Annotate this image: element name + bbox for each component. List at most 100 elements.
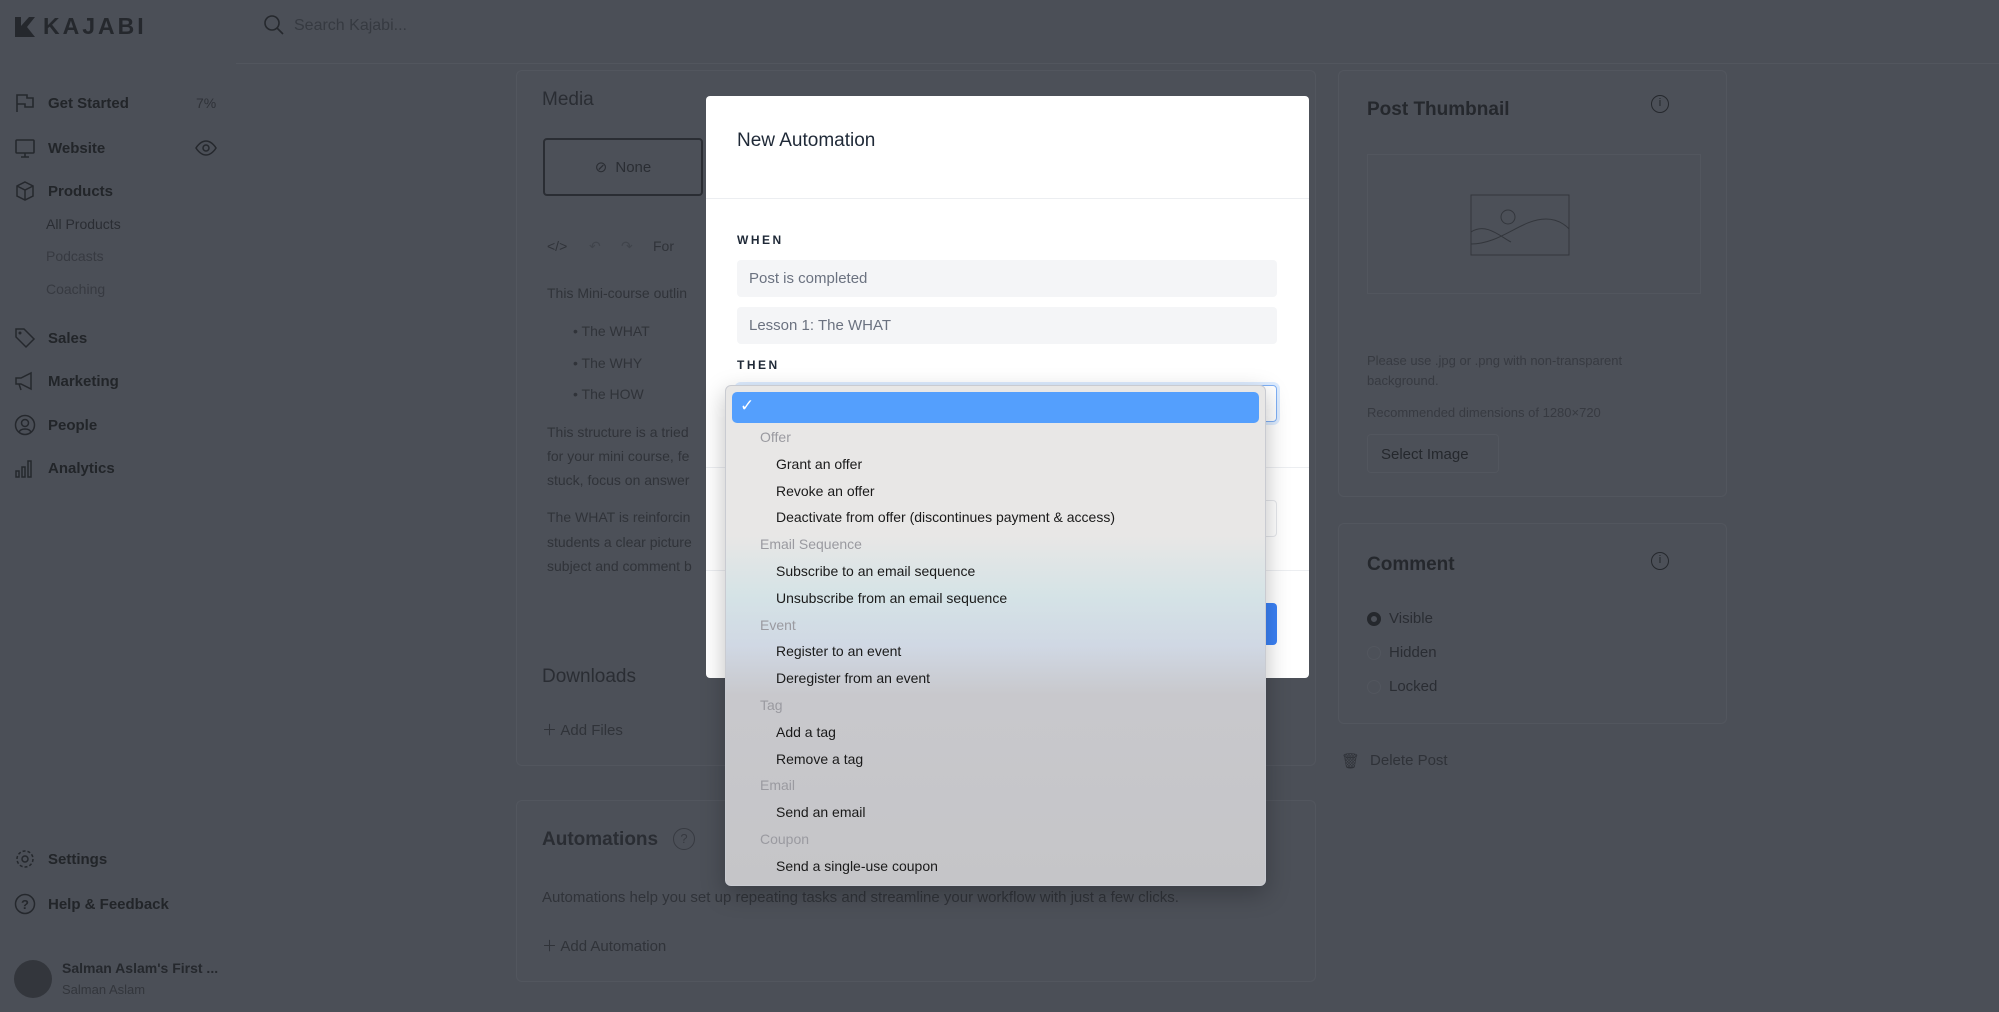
sidebar-subitem-podcasts[interactable]: Podcasts <box>46 248 104 264</box>
dropdown-option[interactable]: Revoke an offer <box>776 483 875 499</box>
bar-chart-icon <box>15 460 32 478</box>
select-image-button[interactable]: Select Image <box>1367 434 1499 473</box>
automations-description: Automations help you set up repeating ta… <box>542 889 1179 906</box>
automations-title: Automations <box>542 829 659 850</box>
dropdown-option-empty-selected[interactable]: ✓ <box>732 392 1259 423</box>
svg-text:?: ? <box>21 897 29 912</box>
dropdown-group-label: Coupon <box>760 831 810 847</box>
media-title: Media <box>542 89 594 110</box>
dropdown-option[interactable]: Grant an offer <box>776 456 862 472</box>
dropdown-group-label: Tag <box>760 697 783 713</box>
gear-icon <box>16 850 34 868</box>
media-none-button[interactable]: ⊘ None <box>543 138 703 196</box>
body-text: This Mini-course outlin <box>547 285 688 301</box>
eye-off-icon: ⊘ <box>594 159 608 176</box>
when-trigger-field[interactable]: Post is completed <box>737 260 1277 297</box>
flag-icon <box>16 94 34 112</box>
body-text: for your mini course, fe <box>547 448 690 464</box>
dropdown-option[interactable]: Remove a tag <box>776 751 863 767</box>
dropdown-group-label: Offer <box>760 429 791 445</box>
sidebar-item-website[interactable]: Website <box>14 137 217 159</box>
sidebar: KAJABI Get Started 7% Website Products A… <box>0 0 236 1012</box>
sidebar-item-analytics[interactable]: Analytics <box>14 457 115 479</box>
dropdown-option[interactable]: Add a tag <box>776 724 836 740</box>
when-label: WHEN <box>737 233 784 247</box>
thumbnail-dimensions: Recommended dimensions of 1280×720 <box>1367 405 1601 420</box>
comment-card: Comment i Visible Hidden Locked <box>1338 523 1727 724</box>
info-icon[interactable]: i <box>1651 552 1669 570</box>
modal-title: New Automation <box>737 130 876 151</box>
dropdown-option[interactable]: Send an email <box>776 804 866 820</box>
person-icon <box>14 414 36 436</box>
comment-title: Comment <box>1367 554 1455 575</box>
dropdown-option[interactable]: Send a single-use coupon <box>776 858 938 874</box>
bullet-item: • The WHY <box>573 355 643 371</box>
eye-icon[interactable] <box>195 137 217 159</box>
redo-icon[interactable]: ↷ <box>621 238 633 255</box>
radio-checked-icon <box>1367 611 1381 626</box>
dropdown-option[interactable]: Deregister from an event <box>776 670 930 686</box>
dropdown-group-label: Email <box>760 777 796 794</box>
sidebar-item-settings[interactable]: Settings <box>14 848 107 870</box>
monitor-icon <box>15 139 35 158</box>
then-action-dropdown-menu: ✓ Offer Grant an offer Revoke an offer Deac… <box>725 385 1266 886</box>
dropdown-option[interactable]: Subscribe to an email sequence <box>776 563 975 579</box>
bullet-item: • The WHAT <box>573 323 650 339</box>
dropdown-option[interactable]: Deactivate from offer (discontinues paym… <box>776 509 1115 525</box>
sidebar-item-get-started[interactable]: Get Started 7% <box>14 92 216 114</box>
help-icon[interactable]: ? <box>673 828 695 850</box>
body-text: students a clear picture <box>547 534 692 550</box>
kajabi-logo-icon <box>15 16 35 37</box>
bullet-item: • The HOW <box>573 386 644 402</box>
info-icon[interactable]: i <box>1651 95 1669 113</box>
sidebar-item-products[interactable]: Products <box>14 180 113 202</box>
add-automation-button[interactable]: ＋ Add Automation <box>542 935 666 956</box>
progress-badge: 7% <box>196 95 217 111</box>
dropdown-option[interactable]: Register to an event <box>776 643 901 659</box>
post-thumbnail-card: Post Thumbnail i Please use .jpg or .png… <box>1338 70 1727 497</box>
delete-post-button[interactable]: 🗑 Delete Post <box>1341 752 1448 770</box>
image-icon <box>1470 194 1570 256</box>
thumbnail-placeholder[interactable] <box>1367 154 1701 294</box>
radio-hidden[interactable]: Hidden <box>1367 644 1437 661</box>
radio-locked[interactable]: Locked <box>1367 678 1437 695</box>
body-text: This structure is a tried <box>547 424 689 440</box>
sidebar-item-people[interactable]: People <box>14 414 97 436</box>
checkmark-icon: ✓ <box>740 396 755 415</box>
dropdown-group-label: Event <box>760 616 796 633</box>
user-name: Salman Aslam <box>62 982 146 997</box>
thumbnail-hint: Please use .jpg or .png with non-transpa… <box>1367 353 1623 368</box>
then-label: THEN <box>737 358 780 372</box>
when-target-field[interactable]: Lesson 1: The WHAT <box>737 307 1277 344</box>
sidebar-item-help[interactable]: ? Help & Feedback <box>14 893 169 915</box>
thumbnail-hint: background. <box>1367 373 1439 388</box>
dropdown-group-label: Email Sequence <box>760 536 862 553</box>
box-icon <box>16 181 34 201</box>
code-view-icon[interactable]: </> <box>547 238 567 254</box>
sidebar-subitem-all-products[interactable]: All Products <box>46 216 121 232</box>
thumbnail-title: Post Thumbnail <box>1367 99 1510 120</box>
avatar[interactable] <box>14 960 52 998</box>
add-files-button[interactable]: ＋ Add Files <box>542 719 623 740</box>
downloads-title: Downloads <box>542 666 636 687</box>
search-input[interactable] <box>294 12 694 40</box>
help-circle-icon: ? <box>14 893 36 915</box>
body-text: subject and comment b <box>547 558 692 574</box>
kajabi-logo[interactable]: KAJABI <box>15 13 147 40</box>
user-site-name[interactable]: Salman Aslam's First ... <box>62 960 218 976</box>
body-text: The WHAT is reinforcin <box>547 509 691 525</box>
sidebar-subitem-coaching[interactable]: Coaching <box>46 281 105 297</box>
top-bar <box>236 0 1999 64</box>
search-icon <box>264 15 284 35</box>
radio-visible[interactable]: Visible <box>1367 610 1433 627</box>
tag-icon <box>15 328 36 349</box>
divider <box>706 198 1309 199</box>
dropdown-option[interactable]: Unsubscribe from an email sequence <box>776 590 1007 606</box>
body-text: stuck, focus on answer <box>547 472 690 488</box>
trash-icon: 🗑 <box>1341 753 1361 770</box>
sidebar-item-marketing[interactable]: Marketing <box>14 370 119 392</box>
megaphone-icon <box>15 371 32 391</box>
sidebar-item-sales[interactable]: Sales <box>14 327 87 349</box>
undo-icon[interactable]: ↶ <box>589 238 601 255</box>
format-dropdown[interactable]: For <box>653 238 674 254</box>
